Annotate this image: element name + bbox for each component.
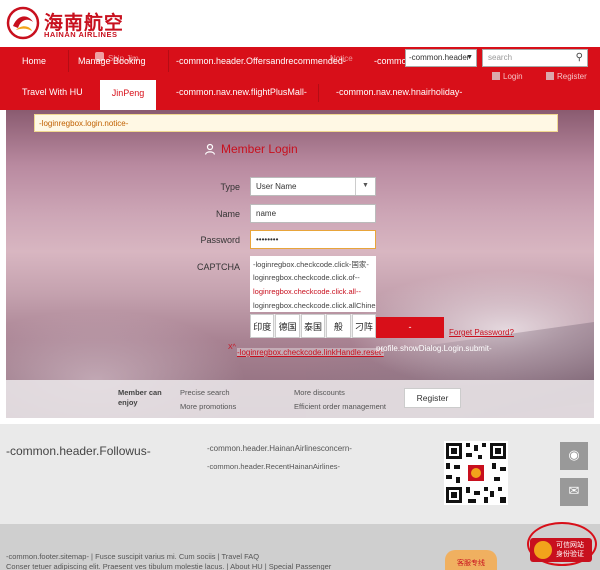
ghost-label: Notice (330, 54, 353, 63)
captcha-char[interactable]: 德国 (275, 314, 300, 338)
search-input[interactable]: search ⚲ (482, 49, 588, 67)
captcha-char[interactable]: 泰国 (300, 314, 326, 338)
chevron-down-icon: ▼ (466, 54, 473, 61)
ghost-label: Ship Jim (108, 54, 139, 63)
weibo-icon[interactable]: ◉ (560, 442, 588, 470)
nav-divider (168, 50, 169, 72)
trust-seal-icon (534, 541, 552, 559)
captcha-suggestion[interactable]: -loginregbox.checkcode.click-国家- (250, 256, 376, 270)
captcha-suggestion-list: -loginregbox.checkcode.click-国家- loginre… (250, 256, 376, 312)
login-type-select[interactable]: User Name ▼ (250, 177, 376, 196)
register-button[interactable]: Register (404, 388, 461, 408)
qr-code (444, 441, 508, 505)
page: 海南航空 HAINAN AIRLINES Home Manage Booking… (0, 0, 600, 570)
language-select-value: -common.header (409, 53, 470, 62)
customer-service-badge[interactable]: 客服专线 (445, 550, 497, 570)
login-title: Member Login (204, 142, 298, 156)
captcha-suggestion[interactable]: loginregbox.checkcode.click.all-- (250, 284, 376, 298)
password-label: Password (200, 235, 240, 245)
login-type-value: User Name (256, 182, 297, 191)
login-icon (492, 72, 500, 80)
nav-hnair-holiday[interactable]: -common.nav.new.hnairholiday- (336, 87, 462, 97)
benefit-item: More discounts (294, 388, 345, 397)
login-link[interactable]: Login (492, 72, 523, 81)
user-icon (204, 143, 216, 155)
wechat-icon[interactable]: ✉ (560, 478, 588, 506)
footer-links[interactable]: -common.footer.sitemap- | Fusce suscipit… (6, 552, 259, 561)
password-input[interactable]: •••••••• (250, 230, 376, 249)
recent-hainan-text: -common.header.RecentHainanAirlines- (207, 462, 340, 471)
hainan-logo-icon (6, 6, 40, 40)
captcha-error-mark: X^ (228, 344, 236, 351)
name-input[interactable]: name (250, 204, 376, 223)
brand-logo[interactable]: 海南航空 HAINAN AIRLINES (6, 6, 126, 40)
captcha-char[interactable]: 印度 (250, 314, 275, 338)
name-label: Name (215, 209, 240, 219)
search-icon[interactable]: ⚲ (576, 52, 583, 63)
login-title-text: Member Login (221, 142, 298, 156)
trusted-site-badge[interactable]: 可信网站 身份验证 (530, 538, 592, 562)
captcha-character-grid: 印度 德国 泰国 般 刁阵 (250, 314, 377, 338)
trust-badge-text: 可信网站 身份验证 (556, 542, 584, 558)
search-placeholder: search (488, 53, 513, 62)
benefits-title: Member can enjoy (118, 388, 162, 407)
login-link-label: Login (503, 72, 523, 81)
nav-travel-with-hu[interactable]: Travel With HU (22, 87, 83, 97)
nav-divider (318, 84, 319, 102)
language-select[interactable]: -common.header ▼ (405, 49, 477, 67)
register-link-label: Register (557, 72, 587, 81)
show-dialog-text: profile.showDialog.Login.submit- (376, 344, 492, 353)
benefit-item: Precise search (180, 388, 230, 397)
nav-home[interactable]: Home (22, 56, 46, 66)
chevron-down-icon: ▼ (355, 178, 375, 195)
benefit-item: Efficient order management (294, 402, 386, 411)
brand-name-en: HAINAN AIRLINES (44, 30, 118, 39)
footer (0, 424, 600, 524)
nav-flight-plus-mall[interactable]: -common.nav.new.flightPlusMall- (176, 87, 307, 97)
captcha-suggestion[interactable]: loginregbox.checkcode.click.of-- (250, 270, 376, 284)
benefit-item: More promotions (180, 402, 237, 411)
nav-jinpeng-active[interactable]: JinPeng (100, 80, 156, 110)
captcha-char[interactable]: 刁阵 (351, 314, 377, 338)
captcha-char[interactable]: 般 (326, 314, 351, 338)
captcha-suggestion[interactable]: loginregbox.checkcode.click.allChinese- (250, 298, 376, 312)
nav-offers[interactable]: -common.header.Offersandrecommended- (176, 56, 346, 66)
hainan-concern-text: -common.header.HainanAirlinesconcern- (207, 444, 352, 453)
login-notice: -loginregbox.login.notice- (34, 114, 558, 132)
register-icon (546, 72, 554, 80)
captcha-label: CAPTCHA (196, 262, 240, 272)
nav-divider (68, 50, 69, 72)
follow-us-heading: -common.header.Followus- (6, 444, 151, 458)
forgot-password-link[interactable]: Forget Password? (449, 328, 514, 337)
register-link[interactable]: Register (546, 72, 587, 81)
captcha-reset-link[interactable]: -loginregbox.checkcode.linkHandle.reset- (237, 348, 384, 357)
member-benefits: Member can enjoy Precise search More pro… (6, 380, 594, 418)
type-label: Type (220, 182, 240, 192)
manage-booking-icon (95, 52, 104, 61)
footer-links[interactable]: Conser tetuer adipiscing elit. Praesent … (6, 562, 331, 570)
login-button[interactable]: - (376, 317, 444, 338)
